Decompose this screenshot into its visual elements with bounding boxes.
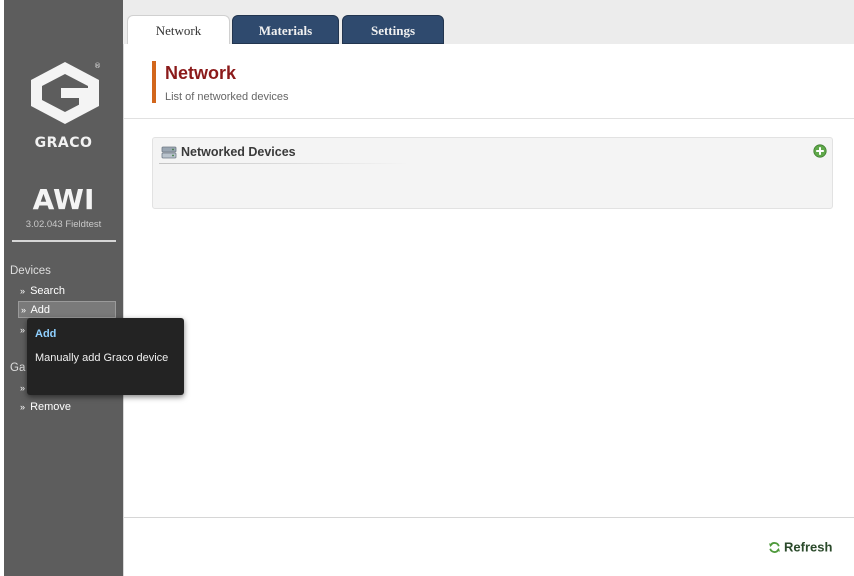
bullet-icon: » bbox=[20, 325, 26, 335]
sidebar-item-add[interactable]: » Add bbox=[18, 301, 116, 318]
tooltip-description: Manually add Graco device bbox=[35, 352, 169, 364]
add-circle-icon[interactable] bbox=[813, 144, 827, 158]
brand-name: GRACO bbox=[34, 135, 93, 151]
product-name: AWI bbox=[32, 183, 95, 216]
graco-logo-icon bbox=[31, 62, 99, 124]
refresh-button[interactable]: Refresh bbox=[768, 538, 832, 556]
title-accent-bar bbox=[152, 61, 156, 103]
registered-mark: ® bbox=[94, 62, 101, 70]
page-title: Network bbox=[165, 63, 237, 83]
tab-bar: Network Materials Settings bbox=[123, 0, 854, 45]
page-subtitle: List of networked devices bbox=[165, 91, 289, 103]
sidebar-item-label: Remove bbox=[30, 401, 72, 413]
networked-devices-panel: Networked Devices bbox=[152, 137, 833, 209]
tooltip-title: Add bbox=[35, 328, 57, 340]
bullet-icon: » bbox=[21, 305, 27, 315]
main-content: Network List of networked devices Networ… bbox=[123, 44, 854, 576]
sidebar-item-label: Add bbox=[30, 304, 51, 316]
tab-settings[interactable]: Settings bbox=[342, 15, 444, 44]
add-tooltip: Add Manually add Graco device bbox=[27, 318, 184, 395]
sidebar-item-label: Search bbox=[30, 285, 65, 297]
panel-title: Networked Devices bbox=[181, 145, 296, 159]
sidebar-divider bbox=[12, 240, 116, 242]
panel-title-underline bbox=[159, 163, 409, 164]
bullet-icon: » bbox=[20, 286, 26, 296]
header-divider bbox=[124, 118, 854, 119]
tab-network[interactable]: Network bbox=[127, 15, 230, 45]
refresh-label: Refresh bbox=[784, 539, 833, 555]
tab-materials[interactable]: Materials bbox=[232, 15, 339, 44]
sidebar-item-remove[interactable]: » Remove bbox=[18, 399, 71, 416]
nav-heading-second: Ga bbox=[10, 362, 26, 374]
bullet-icon: » bbox=[20, 402, 26, 412]
sidebar: ® GRACO AWI 3.02.043 Fieldtest Devices »… bbox=[4, 0, 123, 576]
bullet-icon: » bbox=[20, 383, 26, 393]
nav-heading-devices: Devices bbox=[10, 265, 51, 277]
footer-divider bbox=[124, 517, 854, 518]
product-version: 3.02.043 Fieldtest bbox=[25, 219, 102, 230]
network-device-icon bbox=[161, 146, 177, 159]
sidebar-item-search[interactable]: » Search bbox=[18, 283, 65, 300]
refresh-icon bbox=[769, 542, 780, 553]
